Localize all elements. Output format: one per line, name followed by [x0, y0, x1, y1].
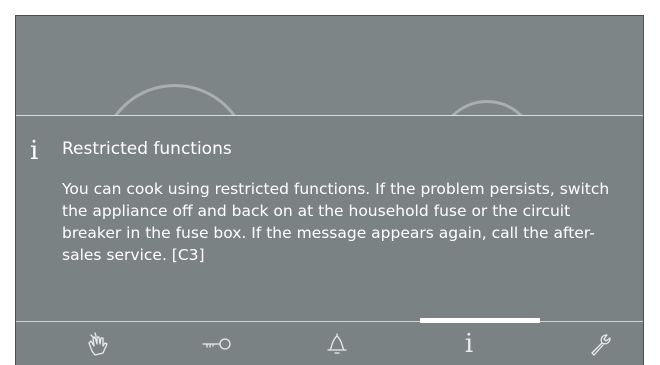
appliance-screen: i Restricted functions You can cook usin… [16, 16, 644, 365]
tab-child-lock[interactable] [162, 322, 272, 365]
message-title: Restricted functions [62, 139, 232, 159]
tab-timer[interactable] [282, 322, 392, 365]
wrench-icon [591, 334, 611, 356]
bell-icon [327, 333, 347, 354]
tab-info[interactable]: i [414, 322, 524, 365]
message-body: You can cook using restricted functions.… [62, 180, 610, 264]
info-icon: i [464, 329, 474, 359]
info-icon: i [30, 136, 39, 166]
bottom-tab-bar: i [16, 318, 644, 365]
tab-settings[interactable] [546, 322, 644, 365]
hand-gesture-icon [88, 332, 108, 356]
key-icon [202, 338, 231, 350]
tab-gesture[interactable] [43, 322, 153, 365]
display-frame: i Restricted functions You can cook usin… [0, 0, 660, 365]
